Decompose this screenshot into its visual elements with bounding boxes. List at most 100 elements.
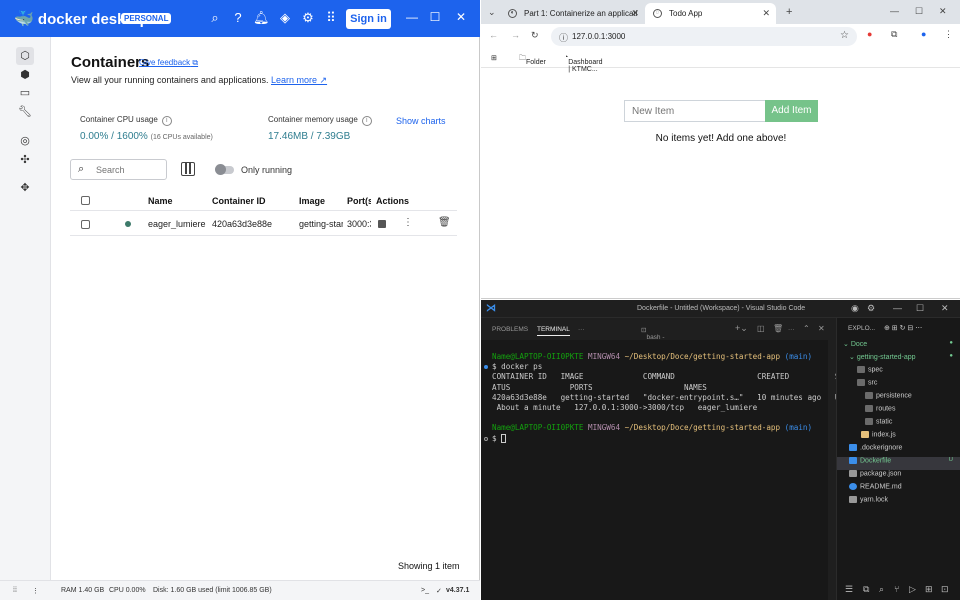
gear-icon[interactable]: ⚙ (300, 10, 316, 26)
select-all-checkbox[interactable] (81, 196, 90, 205)
hub-icon[interactable]: ◎ (16, 132, 34, 150)
terminal-selector[interactable]: ⊡ bash - getting-started-app (641, 326, 669, 362)
add-item-button[interactable]: Add Item (765, 100, 818, 122)
info-icon[interactable]: i (361, 116, 372, 126)
maximize-icon[interactable]: ☐ (427, 10, 443, 24)
images-icon[interactable]: ⬢ (16, 66, 34, 84)
more-actions-icon[interactable]: ··· (788, 326, 795, 333)
learning-center-icon[interactable]: ◈ (277, 10, 293, 26)
search-icon[interactable]: ⌕ (879, 584, 884, 595)
terminal-icon[interactable]: >_ (421, 587, 429, 594)
command-decoration[interactable] (484, 436, 488, 441)
source-control-icon[interactable]: ⑂ (894, 584, 899, 594)
apps-icon[interactable]: ⊞ (491, 54, 497, 62)
tree-item-package-json[interactable]: package.json (837, 470, 960, 483)
back-icon[interactable]: ← (489, 30, 498, 40)
bookmark-star-icon[interactable]: ☆ (840, 30, 849, 41)
maximize-icon[interactable]: ☐ (915, 6, 923, 17)
site-info-icon[interactable]: ⓘ (559, 31, 568, 44)
minimize-icon[interactable]: — (890, 6, 899, 16)
account-icon[interactable]: ◉ (851, 303, 859, 314)
col-ports[interactable]: Port(s) (347, 196, 371, 206)
show-charts-link[interactable]: Show charts (396, 116, 446, 126)
remote-explorer-icon[interactable]: ⊡ (941, 584, 949, 595)
tab-docs[interactable]: ◐ Part 1: Containerize an applicati ✕ (500, 3, 645, 24)
run-debug-icon[interactable]: ▷ (909, 584, 916, 595)
bell-icon[interactable]: 🔔︎ (253, 10, 270, 26)
col-container-id[interactable]: Container ID (212, 196, 292, 206)
files-icon[interactable]: ⧉ (863, 584, 869, 595)
tree-item-getting-started-app[interactable]: ⌄ getting-started-app ● (837, 353, 960, 366)
help-icon[interactable]: ? (230, 10, 246, 26)
col-image[interactable]: Image (299, 196, 341, 206)
grid-icon[interactable]: ⠿ (323, 10, 339, 26)
tree-item-src[interactable]: src (837, 379, 960, 392)
tab-search-icon[interactable]: ⌄ (488, 7, 496, 18)
builds-icon[interactable]: 🔧︎ (16, 103, 34, 121)
new-tab-icon[interactable]: + (786, 6, 792, 18)
sign-in-button[interactable]: Sign in (346, 9, 391, 29)
col-name[interactable]: Name (148, 196, 208, 206)
tree-item-static[interactable]: static (837, 418, 960, 431)
tree-item-readme[interactable]: README.md (837, 483, 960, 496)
tab-todo[interactable]: ◌ Todo App ✕ (645, 3, 776, 24)
tab-terminal[interactable]: TERMINAL (537, 326, 570, 336)
terminal-output[interactable]: Name@LAPTOP-OII0PKTE MINGW64 ~/Desktop/D… (481, 340, 844, 600)
menu-icon[interactable]: ☰ (845, 584, 853, 595)
close-icon[interactable]: ✕ (939, 6, 947, 17)
engine-status-icon[interactable]: ⁞⁞ (13, 587, 17, 594)
minimize-icon[interactable]: — (404, 10, 420, 24)
container-ports[interactable]: 3000:3000 (347, 219, 371, 229)
split-terminal-icon[interactable]: ◫ (757, 324, 765, 333)
delete-icon[interactable]: 🗑︎ (438, 217, 451, 228)
tree-item-index-js[interactable]: index.js (837, 431, 960, 444)
tree-item-dockerfile[interactable]: Dockerfile U (837, 457, 960, 470)
menu-icon[interactable]: ⋮ (944, 29, 953, 40)
update-check-icon[interactable]: ✓ (436, 587, 442, 595)
tree-item-yarn-lock[interactable]: yarn.lock (837, 496, 960, 509)
tree-item-doce[interactable]: ⌄ Doce ● (837, 340, 960, 353)
stop-icon[interactable] (378, 220, 386, 228)
close-tab-icon[interactable]: ✕ (762, 8, 770, 19)
info-icon[interactable]: i (161, 116, 172, 126)
tab-problems[interactable]: PROBLEMS (492, 326, 528, 333)
maximize-panel-icon[interactable]: ⌃ (803, 324, 810, 333)
columns-icon[interactable] (181, 162, 195, 176)
close-tab-icon[interactable]: ✕ (631, 8, 639, 19)
scout-icon[interactable]: ✣ (16, 151, 34, 169)
search-icon[interactable]: ⌕ (207, 10, 223, 26)
close-panel-icon[interactable]: ✕ (818, 324, 825, 333)
new-terminal-icon[interactable]: +⌄ (735, 323, 748, 334)
close-icon[interactable]: ✕ (453, 10, 469, 24)
container-name[interactable]: eager_lumiere (148, 219, 210, 229)
tree-item-dockerignore[interactable]: .dockerignore (837, 444, 960, 457)
reload-icon[interactable]: ↻ (531, 30, 539, 41)
extensions-icon[interactable]: ✥ (16, 179, 34, 197)
give-feedback-link[interactable]: Give feedback ⧉ (139, 58, 198, 68)
search-box[interactable]: ⌕ (70, 159, 167, 180)
gear-icon[interactable]: ⚙ (867, 303, 875, 314)
maximize-icon[interactable]: ☐ (916, 303, 924, 314)
kill-terminal-icon[interactable]: 🗑︎ (773, 324, 783, 333)
tree-item-spec[interactable]: spec (837, 366, 960, 379)
more-actions-icon[interactable]: ⋮ (403, 217, 413, 228)
extensions-icon[interactable]: ⊞ (925, 584, 933, 595)
opera-extension-icon[interactable]: ● (867, 29, 872, 39)
address-bar[interactable]: ⓘ 127.0.0.1:3000 ☆ (551, 27, 857, 46)
learn-more-link[interactable]: Learn more ↗ (271, 75, 327, 85)
bookmark-dashboard[interactable]: ◔ Dashboard | KTMC... (564, 54, 602, 73)
row-checkbox[interactable] (81, 220, 90, 229)
tree-item-persistence[interactable]: persistence (837, 392, 960, 405)
minimize-icon[interactable]: — (893, 303, 902, 313)
volumes-icon[interactable]: ▭ (16, 84, 34, 102)
only-running-toggle[interactable] (215, 164, 234, 175)
explorer-actions[interactable]: ⊕ ⊞ ↻ ⊟ ⋯ (884, 324, 922, 332)
terminal-scrollbar[interactable] (828, 340, 834, 600)
close-icon[interactable]: ✕ (941, 303, 949, 314)
more-icon[interactable]: ⋮ (32, 587, 39, 595)
container-image[interactable]: getting-started (299, 219, 343, 229)
new-item-input[interactable] (624, 100, 766, 122)
containers-icon[interactable]: ⬡ (16, 47, 34, 65)
profile-icon[interactable]: ● (921, 29, 926, 39)
search-input[interactable] (96, 163, 164, 177)
